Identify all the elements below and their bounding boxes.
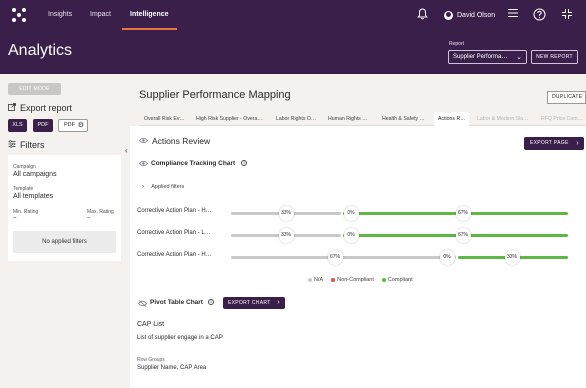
export-chart-label: EXPORT CHART xyxy=(228,300,271,306)
legend-swatch xyxy=(381,278,386,282)
campaign-label: Campaign xyxy=(13,164,36,170)
brand-logo-icon[interactable] xyxy=(12,8,26,22)
export-page-button[interactable]: EXPORT PAGE › xyxy=(524,137,584,150)
help-icon[interactable] xyxy=(532,8,546,22)
tab-rfq-price[interactable]: RFQ Price Com… xyxy=(541,112,583,126)
info-icon[interactable]: i xyxy=(208,299,214,305)
avatar xyxy=(444,10,453,20)
data-label: 67% xyxy=(327,250,343,265)
applied-filters-toggle[interactable]: › Applied filters xyxy=(142,184,184,190)
row-label: Corrective Action Plan - L… xyxy=(137,230,211,236)
report-title: Supplier Performance Mapping xyxy=(139,89,291,101)
eye-off-icon[interactable] xyxy=(137,300,148,309)
pivot-title: Pivot Table Chart xyxy=(150,299,203,306)
template-label: Template xyxy=(13,186,34,192)
campaign-value[interactable]: All campaigns xyxy=(13,171,57,178)
chevron-right-icon: › xyxy=(142,184,144,190)
data-label: 33% xyxy=(278,206,294,221)
row-label: Corrective Action Plan - H… xyxy=(137,252,212,258)
legend-item: Compliant xyxy=(381,277,413,283)
legend-swatch xyxy=(308,278,312,282)
sliders-icon xyxy=(8,140,16,150)
row-groups-value: Supplier Name, CAP Area xyxy=(137,365,207,371)
export-pdf-button[interactable]: PDF xyxy=(33,119,53,132)
legend-label: Compliant xyxy=(387,277,413,283)
export-page-label: EXPORT PAGE xyxy=(530,140,569,146)
bell-icon[interactable] xyxy=(415,8,429,22)
duplicate-button[interactable]: DUPLICATE xyxy=(547,91,586,104)
legend-label: N/A xyxy=(314,277,324,283)
applied-filters-label: Applied filters xyxy=(151,184,185,190)
min-rating-value[interactable]: – xyxy=(13,215,16,221)
report-tabs: Overall Risk Ev… High Risk Supplier - Ov… xyxy=(139,112,586,126)
data-label: 0% xyxy=(343,228,359,243)
tab-overall-risk[interactable]: Overall Risk Ev… xyxy=(144,112,185,126)
data-label: 0% xyxy=(439,250,455,265)
filters-heading: Filters xyxy=(8,140,45,150)
export-icon xyxy=(8,103,16,113)
row-groups-label: Row Groups xyxy=(137,357,165,363)
report-select[interactable]: Supplier Performa… ⌄ xyxy=(448,50,527,64)
menu-icon[interactable] xyxy=(506,8,520,22)
new-report-button[interactable]: NEW REPORT xyxy=(531,50,578,64)
legend-item: N/A xyxy=(308,277,323,283)
row-label: Corrective Action Plan - H… xyxy=(137,208,212,214)
gear-icon: ⚙ xyxy=(77,122,84,129)
template-value[interactable]: All templates xyxy=(13,193,53,200)
legend-item: Non-Compliant xyxy=(331,277,374,283)
export-report-label: Export report xyxy=(20,103,73,113)
tab-health-safety[interactable]: Health & Safety … xyxy=(382,112,425,126)
nav-link-intelligence[interactable]: Intelligence xyxy=(122,0,176,30)
min-rating-label: Min. Rating xyxy=(13,209,39,215)
report-label: Report xyxy=(449,41,465,47)
user-name: David Olson xyxy=(457,11,496,19)
eye-icon[interactable] xyxy=(138,160,149,169)
max-rating-label: Max. Rating xyxy=(87,209,114,215)
chart-legend: N/A Non-Compliant Compliant xyxy=(308,277,413,283)
data-label: 33% xyxy=(504,250,520,265)
tab-actions-review[interactable]: Actions R… xyxy=(434,112,470,126)
top-nav: Insights Impact Intelligence David Olson xyxy=(0,0,586,30)
filters-label: Filters xyxy=(20,140,45,150)
report-select-value: Supplier Performa… xyxy=(453,54,508,60)
page-title: Analytics xyxy=(8,42,73,59)
tab-labor-modern-slavery[interactable]: Labor & Modern Sla… xyxy=(477,112,528,126)
tab-labor-rights[interactable]: Labor Rights O… xyxy=(276,112,316,126)
cap-list-title: CAP List xyxy=(137,321,165,328)
data-label: 0% xyxy=(343,206,359,221)
export-pdf-settings-label: PDF xyxy=(64,122,75,128)
nav-link-impact[interactable]: Impact xyxy=(90,0,111,30)
nav-link-insights[interactable]: Insights xyxy=(48,0,72,30)
export-pdf-settings-button[interactable]: PDF ⚙ xyxy=(58,119,88,132)
chevron-right-icon: › xyxy=(277,299,280,306)
edit-mode-button[interactable]: EDIT MODE xyxy=(8,83,61,95)
export-xls-button[interactable]: XLS xyxy=(8,119,27,132)
data-label: 33% xyxy=(278,228,294,243)
info-icon[interactable]: i xyxy=(241,160,247,166)
section-title: Actions Review xyxy=(152,136,211,146)
filters-card: Campaign All campaigns Template All temp… xyxy=(8,155,121,261)
tab-human-rights[interactable]: Human Rights … xyxy=(328,112,368,126)
legend-swatch xyxy=(331,278,336,282)
bar-segment[interactable] xyxy=(231,256,457,259)
export-chart-button[interactable]: EXPORT CHART › xyxy=(223,297,285,309)
data-label: 67% xyxy=(455,206,471,221)
data-label: 67% xyxy=(455,228,471,243)
max-rating-value[interactable]: – xyxy=(87,215,90,221)
eye-icon[interactable] xyxy=(138,137,149,146)
export-report-heading: Export report xyxy=(8,103,72,113)
no-applied-filters: No applied filters xyxy=(13,231,116,253)
chevron-right-icon: › xyxy=(576,140,579,147)
legend-label: Non-Compliant xyxy=(337,277,374,283)
chevron-down-icon: ⌄ xyxy=(516,54,522,61)
tab-high-risk-supplier[interactable]: High Risk Supplier - Overa… xyxy=(196,112,263,126)
user-menu[interactable]: David Olson xyxy=(444,0,495,30)
collapse-grid-icon[interactable] xyxy=(560,8,574,22)
cap-list-description: List of supplier engage in a CAP xyxy=(137,335,223,341)
chart-title: Compliance Tracking Chart xyxy=(151,160,236,167)
